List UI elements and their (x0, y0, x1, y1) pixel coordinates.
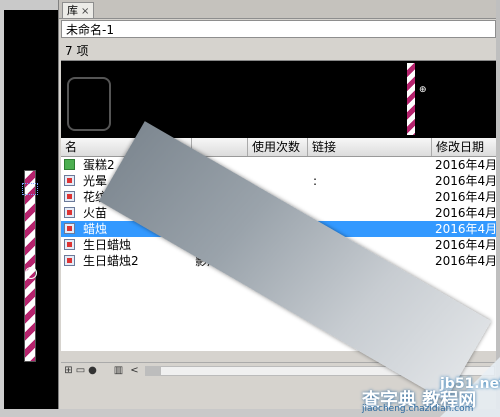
symbol-preview: ⊕ (61, 60, 499, 139)
registration-point-icon: ⊕ (419, 85, 427, 95)
column-usage[interactable]: 使用次数 (247, 138, 307, 156)
item-date: 2016年4月2 (435, 206, 500, 220)
item-name: 光晕 (83, 174, 108, 188)
stage-candle-object[interactable] (24, 170, 36, 362)
item-name: 蜡烛 (83, 222, 108, 236)
graphic-icon (64, 207, 75, 218)
new-folder-icon[interactable]: ▭ (75, 365, 86, 376)
new-symbol-icon[interactable]: ⊞ (63, 365, 74, 376)
scroll-left-icon[interactable]: < (129, 365, 140, 376)
graphic-icon (64, 191, 75, 202)
scrollbar-thumb[interactable] (145, 366, 161, 376)
item-date: 2016年4月1 (435, 190, 500, 204)
graphic-icon (64, 255, 75, 266)
item-count: 7 项 (65, 44, 89, 58)
close-icon[interactable]: × (81, 6, 89, 17)
bitmap-icon (64, 159, 75, 170)
stage-left-frame (0, 10, 4, 409)
stage-selection-handle[interactable] (22, 183, 38, 195)
watermark-url: jiaocheng.chazidian.com (362, 404, 474, 414)
column-linkage[interactable]: 链接 (307, 138, 431, 156)
item-date: 2016年4月2 (435, 158, 500, 172)
item-linkage: : (313, 174, 318, 188)
preview-candle (407, 63, 415, 135)
item-name: 火苗 (83, 206, 108, 220)
transform-point-icon[interactable] (25, 267, 37, 279)
item-name: 生日蜡烛2 (83, 254, 139, 268)
item-date: 2016年4月2 (435, 238, 500, 252)
graphic-icon (64, 223, 75, 234)
column-modified[interactable]: 修改日期 (431, 138, 500, 156)
tab-library[interactable]: 库 × (62, 2, 95, 18)
properties-icon[interactable]: ● (87, 365, 98, 376)
window-right-frame (496, 0, 500, 417)
graphic-icon (64, 175, 75, 186)
preview-decoration (67, 77, 111, 131)
trash-icon[interactable]: ▥ (113, 365, 124, 376)
tab-library-label: 库 (67, 4, 78, 17)
item-date: 2016年4月2 (435, 174, 500, 188)
panel-tab-bar: 库 × (59, 0, 500, 19)
item-name: 蛋糕2 (83, 158, 115, 172)
document-select[interactable]: 未命名-1 (61, 20, 496, 38)
graphic-icon (64, 239, 75, 250)
item-date: 2016年4月1 (435, 222, 500, 236)
item-date: 2016年4月2 (435, 254, 500, 268)
item-name: 生日蜡烛 (83, 238, 132, 252)
